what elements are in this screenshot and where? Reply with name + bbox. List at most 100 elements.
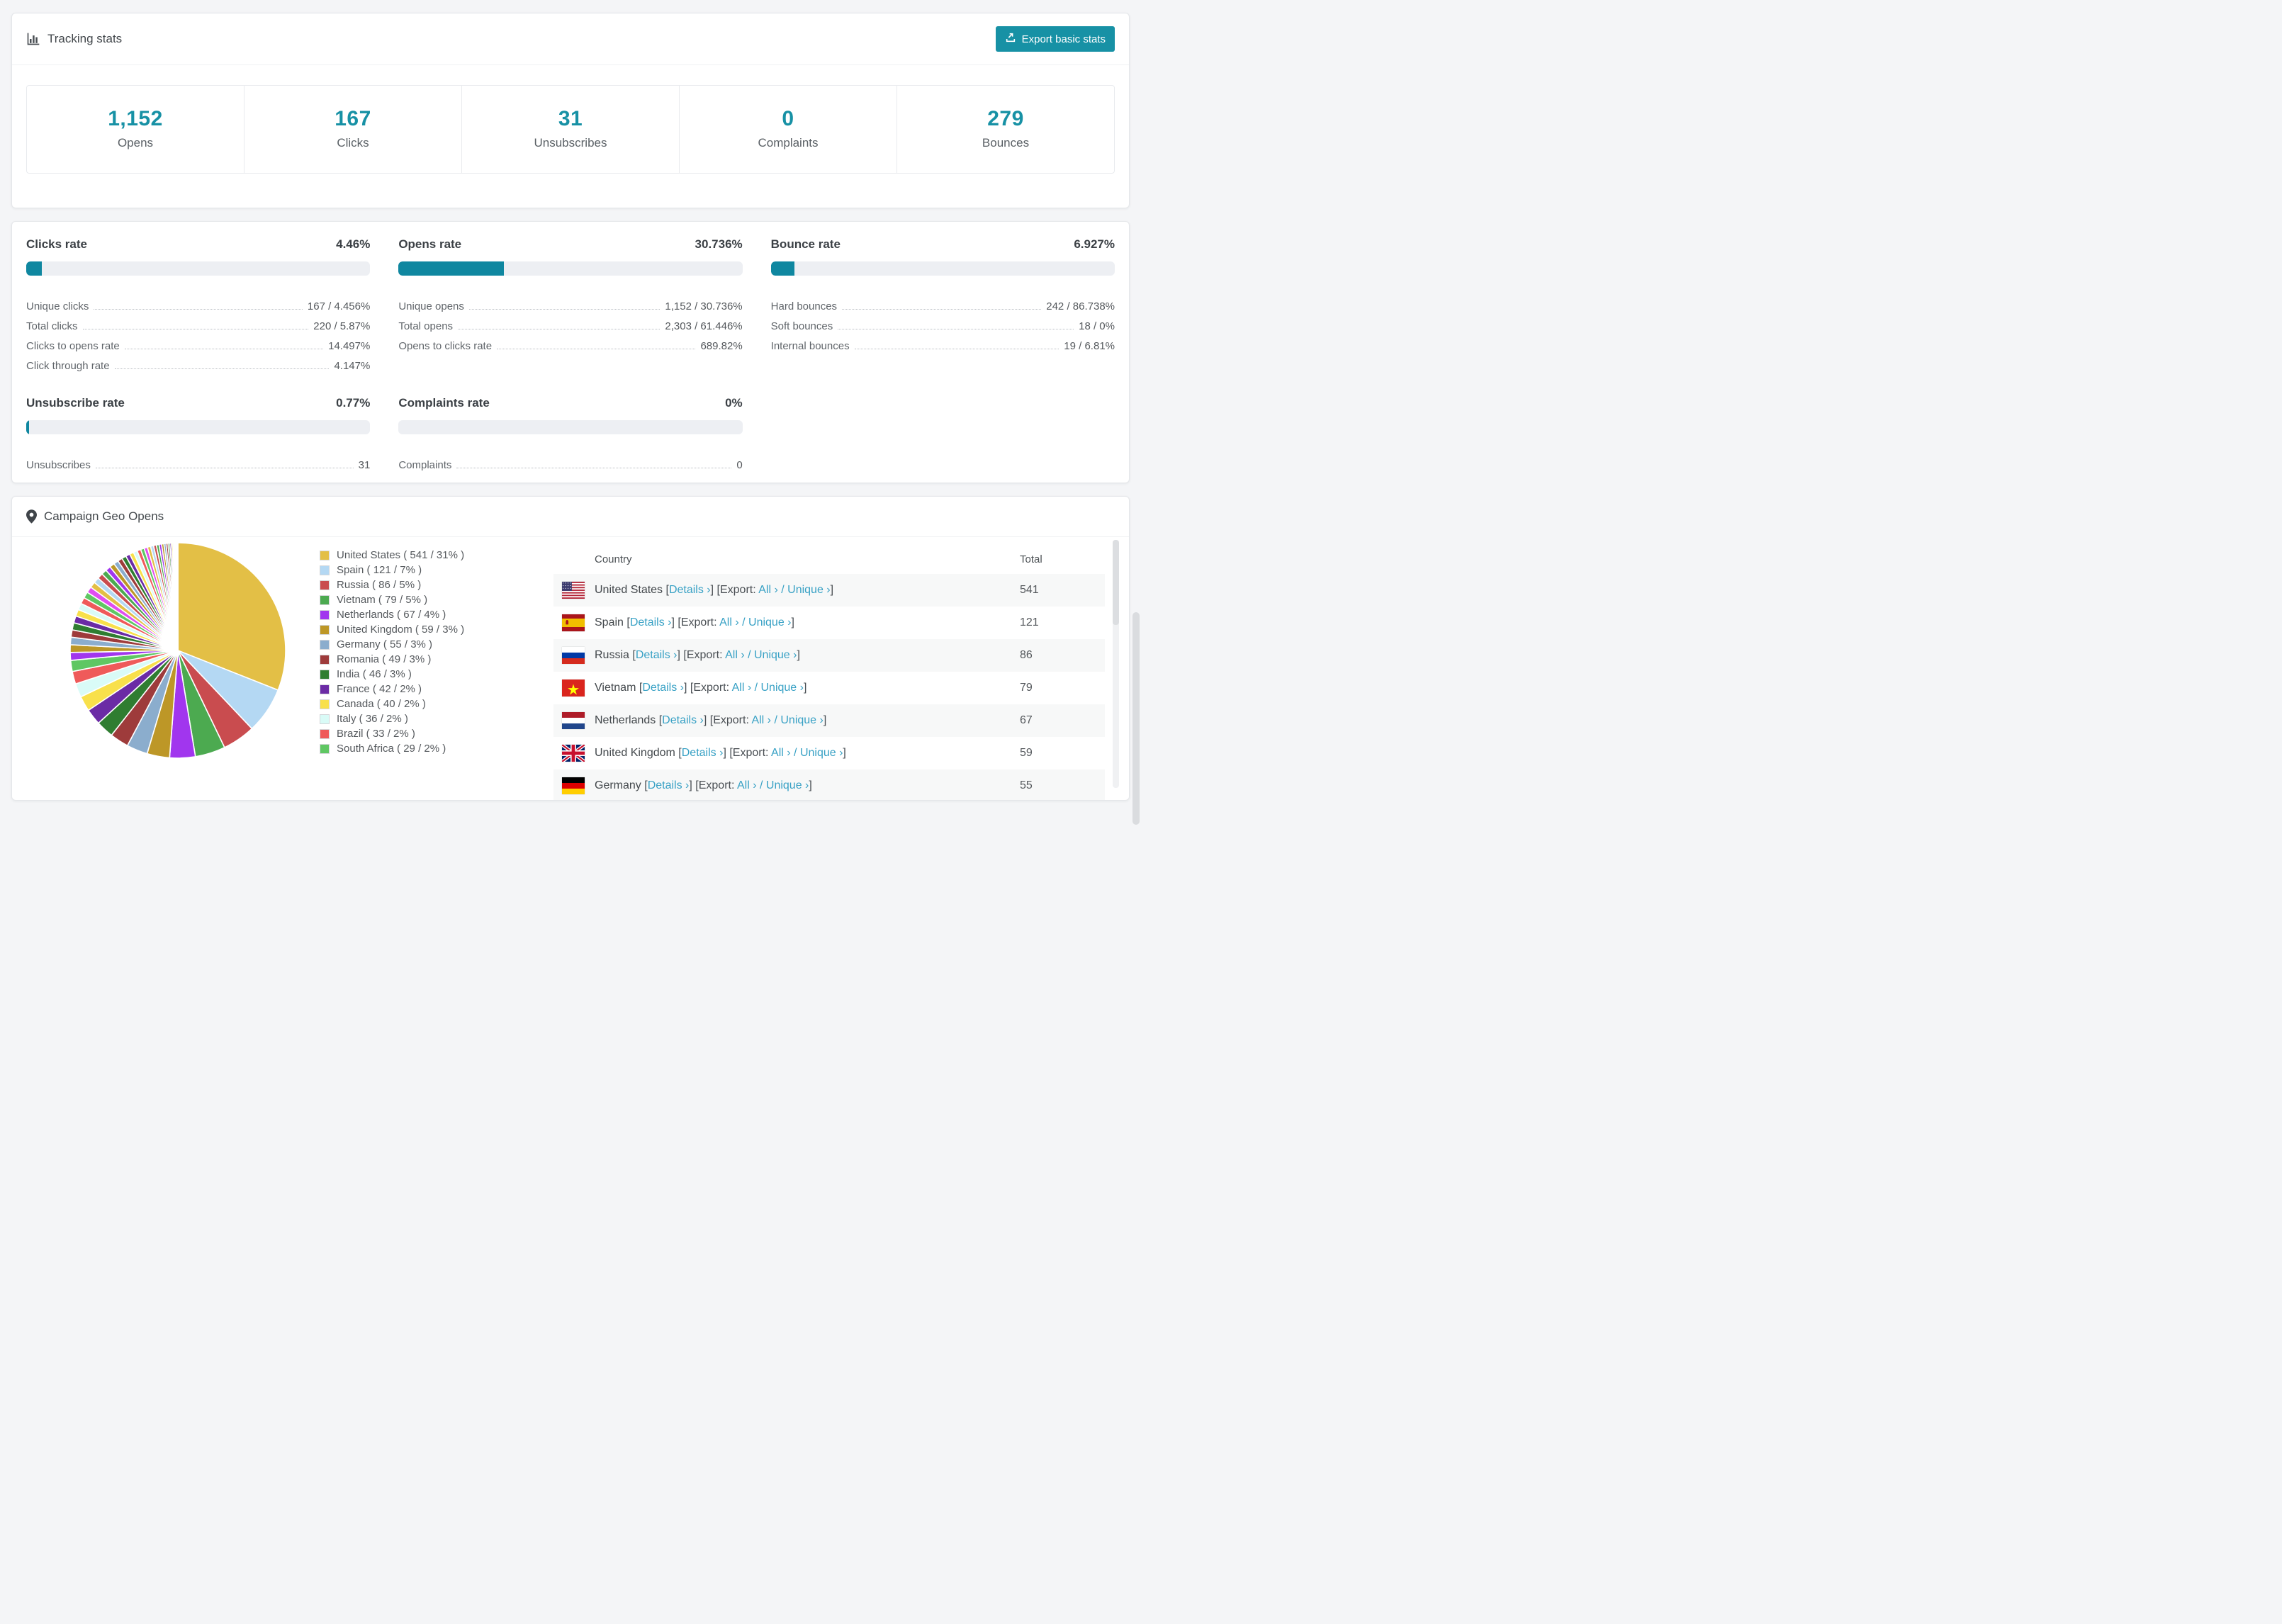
export-unique-link[interactable]: Unique ›	[761, 682, 804, 694]
table-row: Netherlands [Details ›] [Export: All › /…	[553, 704, 1105, 737]
details-link[interactable]: Details ›	[630, 616, 672, 628]
legend-swatch	[320, 728, 330, 739]
export-unique-link[interactable]: Unique ›	[780, 714, 823, 726]
details-link[interactable]: Details ›	[669, 584, 711, 596]
slash: /	[771, 714, 781, 726]
details-link[interactable]: Details ›	[636, 649, 678, 661]
rate-title: Opens rate	[398, 237, 462, 251]
legend-item-united-states[interactable]: United States ( 541 / 31% )	[320, 548, 553, 563]
rate-row: Unique clicks 167 / 4.456%	[26, 293, 370, 312]
total-cell: 86	[1020, 649, 1033, 661]
table-scrollbar-thumb[interactable]	[1113, 540, 1119, 625]
flag-icon-ru	[562, 647, 585, 664]
page-title: Tracking stats	[47, 32, 123, 45]
export-icon	[1005, 32, 1016, 46]
country-name: Vietnam	[595, 682, 639, 694]
legend-item-india[interactable]: India ( 46 / 3% )	[320, 667, 553, 682]
details-link[interactable]: Details ›	[682, 747, 724, 759]
rate-row-label: Hard bounces	[770, 300, 838, 312]
export-all-link[interactable]: All ›	[719, 616, 739, 628]
country-cell: Netherlands [Details ›] [Export: All › /…	[595, 714, 826, 727]
legend-item-netherlands[interactable]: Netherlands ( 67 / 4% )	[320, 607, 553, 622]
bracket: ]	[830, 584, 834, 596]
legend-swatch	[320, 639, 330, 650]
legend-label: France ( 42 / 2% )	[337, 683, 422, 695]
legend-item-italy[interactable]: Italy ( 36 / 2% )	[320, 711, 553, 726]
bracket: ]	[803, 682, 807, 694]
legend-item-france[interactable]: France ( 42 / 2% )	[320, 682, 553, 697]
rate-row-value: 14.497%	[328, 340, 371, 352]
export-unique-link[interactable]: Unique ›	[754, 649, 797, 661]
summary-cell-clicks: 167 Clicks	[244, 86, 462, 173]
page-scrollbar-thumb[interactable]	[1132, 612, 1140, 825]
details-link[interactable]: Details ›	[648, 779, 690, 791]
legend-label: Vietnam ( 79 / 5% )	[337, 594, 428, 606]
rate-row: Click through rate 4.147%	[26, 352, 370, 372]
export-unique-link[interactable]: Unique ›	[800, 747, 843, 759]
details-link[interactable]: Details ›	[642, 682, 684, 694]
summary-cell-unsubscribes: 31 Unsubscribes	[462, 86, 680, 173]
export-all-link[interactable]: All ›	[737, 779, 757, 791]
bracket: ] [	[723, 747, 733, 759]
legend-item-vietnam[interactable]: Vietnam ( 79 / 5% )	[320, 592, 553, 607]
export-all-link[interactable]: All ›	[758, 584, 778, 596]
details-link[interactable]: Details ›	[662, 714, 704, 726]
export-all-link[interactable]: All ›	[725, 649, 745, 661]
rate-row-value: 18 / 0%	[1079, 320, 1115, 332]
rate-value: 4.46%	[336, 237, 371, 251]
export-all-link[interactable]: All ›	[751, 714, 771, 726]
legend-label: Russia ( 86 / 5% )	[337, 579, 422, 591]
summary-cell-bounces: 279 Bounces	[897, 86, 1114, 173]
rate-section-complaints-rate: Complaints rate 0% Complaints 0	[398, 396, 743, 471]
rate-row-label: Unique clicks	[26, 300, 89, 312]
legend-label: United States ( 541 / 31% )	[337, 549, 465, 561]
legend-item-romania[interactable]: Romania ( 49 / 3% )	[320, 652, 553, 667]
rate-title: Bounce rate	[770, 237, 841, 251]
legend-item-united-kingdom[interactable]: United Kingdom ( 59 / 3% )	[320, 622, 553, 637]
geo-table-header: Country Total	[553, 544, 1105, 574]
legend-item-canada[interactable]: Canada ( 40 / 2% )	[320, 697, 553, 711]
export-unique-link[interactable]: Unique ›	[787, 584, 830, 596]
summary-stats-row: 1,152 Opens 167 Clicks 31 Unsubscribes 0 Compla…	[26, 85, 1115, 174]
rate-row-value: 31	[358, 459, 371, 471]
column-header-country: Country	[595, 553, 632, 565]
flag-icon-gb	[562, 745, 585, 762]
table-scrollbar[interactable]	[1113, 540, 1119, 788]
country-cell: Spain [Details ›] [Export: All › / Uniqu…	[595, 616, 794, 629]
bracket: ] [	[677, 649, 687, 661]
rate-row-value: 1,152 / 30.736%	[665, 300, 743, 312]
export-all-link[interactable]: All ›	[732, 682, 752, 694]
rate-head: Clicks rate 4.46%	[26, 237, 370, 252]
legend-swatch	[320, 609, 330, 620]
legend-label: Brazil ( 33 / 2% )	[337, 728, 415, 740]
country-cell: Russia [Details ›] [Export: All › / Uniq…	[595, 649, 800, 662]
rate-row-label: Internal bounces	[770, 340, 850, 352]
country-cell: United Kingdom [Details ›] [Export: All …	[595, 747, 846, 760]
legend-item-brazil[interactable]: Brazil ( 33 / 2% )	[320, 726, 553, 741]
summary-value: 31	[558, 107, 583, 130]
export-prefix: Export:	[732, 747, 772, 759]
export-prefix: Export:	[698, 779, 737, 791]
export-unique-link[interactable]: Unique ›	[766, 779, 809, 791]
dotted-leader	[842, 309, 1042, 310]
country-name: Netherlands	[595, 714, 659, 726]
legend-item-spain[interactable]: Spain ( 121 / 7% )	[320, 563, 553, 577]
tracking-stats-title: Tracking stats	[26, 32, 122, 46]
summary-value: 279	[987, 107, 1024, 130]
rate-rows: Complaints 0	[398, 451, 742, 471]
summary-value: 1,152	[108, 107, 163, 130]
export-basic-stats-button[interactable]: Export basic stats	[995, 26, 1115, 52]
flag-icon-us	[562, 582, 585, 599]
legend-item-south-africa[interactable]: South Africa ( 29 / 2% )	[320, 741, 553, 756]
tracking-stats-header: Tracking stats Export basic stats	[12, 13, 1129, 65]
bracket: ]	[843, 747, 846, 759]
export-unique-link[interactable]: Unique ›	[748, 616, 791, 628]
legend-item-russia[interactable]: Russia ( 86 / 5% )	[320, 577, 553, 592]
bracket: ] [	[710, 584, 720, 596]
legend-item-germany[interactable]: Germany ( 55 / 3% )	[320, 637, 553, 652]
export-all-link[interactable]: All ›	[771, 747, 791, 759]
rate-value: 0.77%	[336, 396, 371, 410]
total-cell: 67	[1020, 714, 1033, 726]
legend-label: Italy ( 36 / 2% )	[337, 713, 408, 725]
rate-rows: Unsubscribes 31	[26, 451, 370, 471]
